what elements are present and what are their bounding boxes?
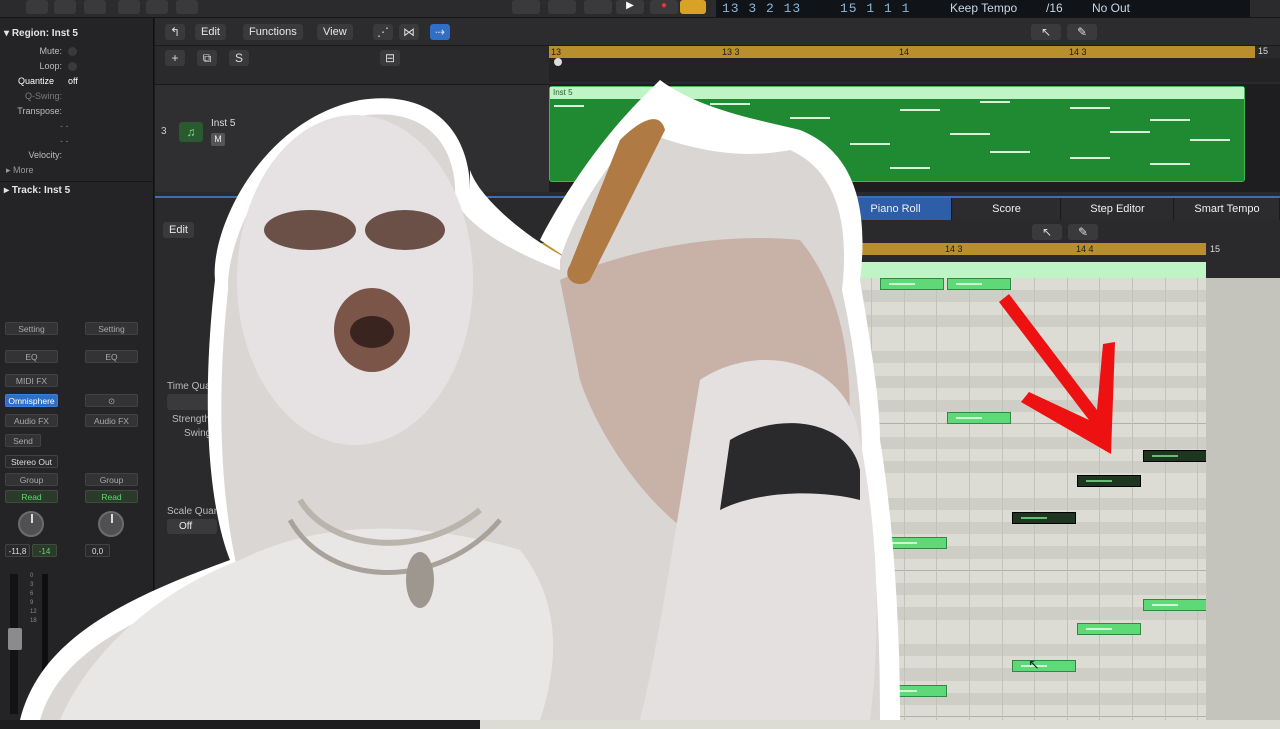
loop-checkbox[interactable] [68, 62, 77, 71]
region-header[interactable]: ▾ Region: Inst 5 [0, 26, 154, 41]
division-display[interactable]: /16 [1040, 0, 1086, 17]
ruler-end-mark: 15 [1255, 46, 1280, 58]
tab-score[interactable]: Score [953, 198, 1061, 220]
ruler-mark: 13 [551, 47, 562, 57]
ruler-mark: 14 4 [1076, 244, 1094, 254]
add-track-button[interactable]: + [165, 50, 185, 66]
mute-checkbox[interactable] [68, 47, 77, 56]
person-sticker-image [20, 80, 900, 720]
duplicate-track-icon[interactable]: ⧉ [197, 50, 217, 66]
region-end-area [1206, 262, 1280, 278]
midi-note[interactable] [1143, 599, 1207, 611]
marker-lane [549, 58, 1280, 82]
tracks-ruler[interactable]: 13 13 3 14 14 3 [549, 46, 1255, 58]
more-tools-icon[interactable] [176, 0, 198, 14]
pencil-tool-icon[interactable]: ✎ [1067, 24, 1097, 40]
forward-icon[interactable] [548, 0, 576, 14]
beat-line [936, 278, 938, 720]
loop-label: Loop: [39, 61, 62, 71]
view-menu[interactable]: View [317, 24, 353, 40]
editor-ruler-end: 15 [1206, 243, 1280, 255]
disclosure-down-icon: ▾ [4, 28, 10, 39]
search-icon[interactable] [118, 0, 140, 14]
beat-line [1132, 278, 1133, 720]
functions-menu[interactable]: Functions [243, 24, 303, 40]
midi-note[interactable] [1077, 623, 1141, 635]
ruler-mark: 14 3 [1069, 47, 1087, 57]
info-button[interactable] [54, 0, 76, 14]
tab-smart-tempo[interactable]: Smart Tempo [1175, 198, 1280, 220]
midi-note[interactable] [1012, 660, 1076, 672]
library-button[interactable] [26, 0, 48, 14]
grid-after-region [1206, 278, 1280, 720]
editor-pointer-tool-icon[interactable]: ↖ [1032, 224, 1062, 240]
end-position-display[interactable]: 15 1 1 1 [834, 0, 944, 17]
catch-icon[interactable]: ⇢ [430, 24, 450, 40]
editor-pencil-tool-icon[interactable]: ✎ [1068, 224, 1098, 240]
mute-label: Mute: [39, 46, 62, 56]
back-arrow-icon[interactable]: ↰ [165, 24, 185, 40]
cycle-icon[interactable] [680, 0, 706, 14]
midi-out-display[interactable]: No Out [1086, 0, 1180, 17]
scissors-icon[interactable] [146, 0, 168, 14]
ruler-mark: 13 3 [722, 47, 740, 57]
ruler-mark: 14 [899, 47, 910, 57]
global-tracks-icon[interactable]: ⊟ [380, 50, 400, 66]
transport-bar: ▶ ● 13 3 2 13 15 1 1 1 Keep Tempo /16 No… [0, 0, 1280, 18]
edit-menu[interactable]: Edit [195, 24, 226, 40]
pointer-tool-icon[interactable]: ↖ [1031, 24, 1061, 40]
mouse-cursor-icon: ↖ [1028, 656, 1040, 672]
flex-icon[interactable]: ⋈ [399, 24, 419, 40]
playhead-icon[interactable] [554, 58, 562, 66]
record-icon[interactable]: ● [650, 0, 678, 14]
ruler-mark: 14 3 [945, 244, 963, 254]
midi-note[interactable] [1012, 512, 1076, 524]
beat-line [969, 278, 970, 720]
cpu-meter [1180, 0, 1250, 17]
red-arrow-icon [999, 294, 1115, 454]
automation-curve-icon[interactable]: ⋰ [373, 24, 393, 40]
midi-note[interactable] [1077, 475, 1141, 487]
midi-note[interactable] [947, 278, 1011, 290]
toolbar-button[interactable] [84, 0, 106, 14]
beat-line [1164, 278, 1166, 720]
tab-step-editor[interactable]: Step Editor [1062, 198, 1174, 220]
tracks-menu-bar: ↰ Edit Functions View ⋰ ⋈ ⇢ ↖ ✎ [155, 18, 1280, 46]
play-icon[interactable]: ▶ [616, 0, 644, 14]
position-display[interactable]: 13 3 2 13 [716, 0, 834, 17]
solo-mode-button[interactable]: S [229, 50, 249, 66]
beat-line [1197, 278, 1199, 720]
rewind-icon[interactable] [512, 0, 540, 14]
midi-note[interactable] [1143, 450, 1207, 462]
go-to-start-icon[interactable] [584, 0, 612, 14]
tempo-mode[interactable]: Keep Tempo [944, 0, 1040, 17]
